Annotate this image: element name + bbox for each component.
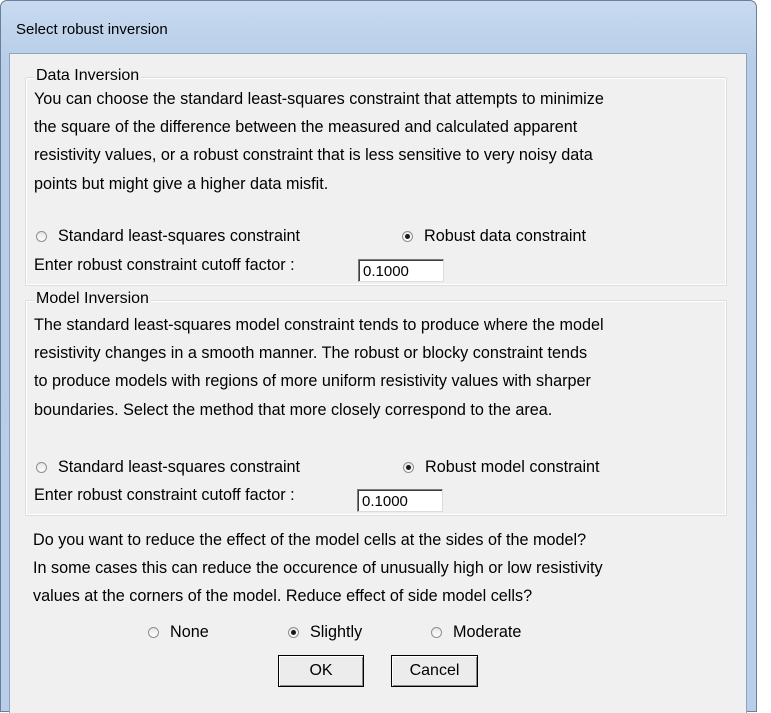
model-cutoff-input[interactable] (357, 489, 443, 512)
data-inversion-line-1: You can choose the standard least-square… (34, 90, 604, 108)
model-inversion-line-4: boundaries. Select the method that more … (34, 400, 553, 419)
side-cells-description: Do you want to reduce the effect of the … (33, 526, 603, 611)
radio-checked-icon (403, 462, 414, 473)
side-cells-line-3: values at the corners of the model. Redu… (33, 587, 533, 606)
cancel-button[interactable]: Cancel (391, 655, 478, 687)
side-cells-line-2: In some cases this can reduce the occure… (33, 559, 603, 578)
radio-checked-icon (288, 627, 299, 638)
side-slightly-label: Slightly (310, 623, 363, 641)
data-inversion-line-2: the square of the difference between the… (34, 118, 578, 137)
dialog-window: Select robust inversion Data Inversion Y… (0, 0, 757, 713)
radio-unchecked-icon (148, 627, 159, 638)
model-inversion-group-title: Model Inversion (34, 290, 151, 308)
radio-unchecked-icon (431, 627, 442, 638)
side-none-label: None (170, 623, 209, 641)
data-standard-label: Standard least-squares constraint (58, 227, 301, 245)
side-slightly-radio[interactable]: Slightly (288, 623, 362, 642)
model-inversion-line-3: to produce models with regions of more u… (34, 372, 591, 391)
dialog-client-area: Data Inversion You can choose the standa… (9, 53, 747, 713)
data-inversion-group-title: Data Inversion (34, 67, 142, 85)
model-inversion-line-2: resistivity changes in a smooth manner. … (34, 344, 588, 363)
side-cells-line-1: Do you want to reduce the effect of the … (33, 531, 587, 549)
data-inversion-line-4: points but might give a higher data misf… (34, 174, 329, 193)
model-robust-radio[interactable]: Robust model constraint (403, 458, 600, 477)
model-standard-radio[interactable]: Standard least-squares constraint (36, 458, 300, 477)
data-robust-radio[interactable]: Robust data constraint (402, 227, 586, 246)
data-cutoff-label: Enter robust constraint cutoff factor : (34, 256, 295, 274)
data-cutoff-input[interactable] (358, 259, 444, 282)
model-inversion-line-1: The standard least-squares model constra… (34, 316, 604, 334)
data-inversion-group: Data Inversion You can choose the standa… (25, 67, 727, 286)
model-inversion-group: Model Inversion The standard least-squar… (25, 290, 727, 516)
side-moderate-radio[interactable]: Moderate (431, 623, 521, 642)
data-inversion-line-3: resistivity values, or a robust constrai… (34, 146, 593, 165)
window-title: Select robust inversion (16, 21, 168, 38)
ok-button[interactable]: OK (278, 655, 364, 687)
model-cutoff-label: Enter robust constraint cutoff factor : (34, 486, 295, 504)
data-robust-label: Robust data constraint (424, 227, 586, 245)
radio-checked-icon (402, 231, 413, 242)
data-inversion-description: You can choose the standard least-square… (34, 85, 604, 198)
radio-unchecked-icon (36, 462, 47, 473)
side-none-radio[interactable]: None (148, 623, 209, 642)
radio-unchecked-icon (36, 231, 47, 242)
data-standard-radio[interactable]: Standard least-squares constraint (36, 227, 300, 246)
model-inversion-description: The standard least-squares model constra… (34, 311, 604, 424)
model-robust-label: Robust model constraint (425, 458, 600, 476)
model-standard-label: Standard least-squares constraint (58, 458, 301, 476)
title-bar[interactable]: Select robust inversion (1, 1, 756, 51)
side-moderate-label: Moderate (453, 623, 522, 641)
